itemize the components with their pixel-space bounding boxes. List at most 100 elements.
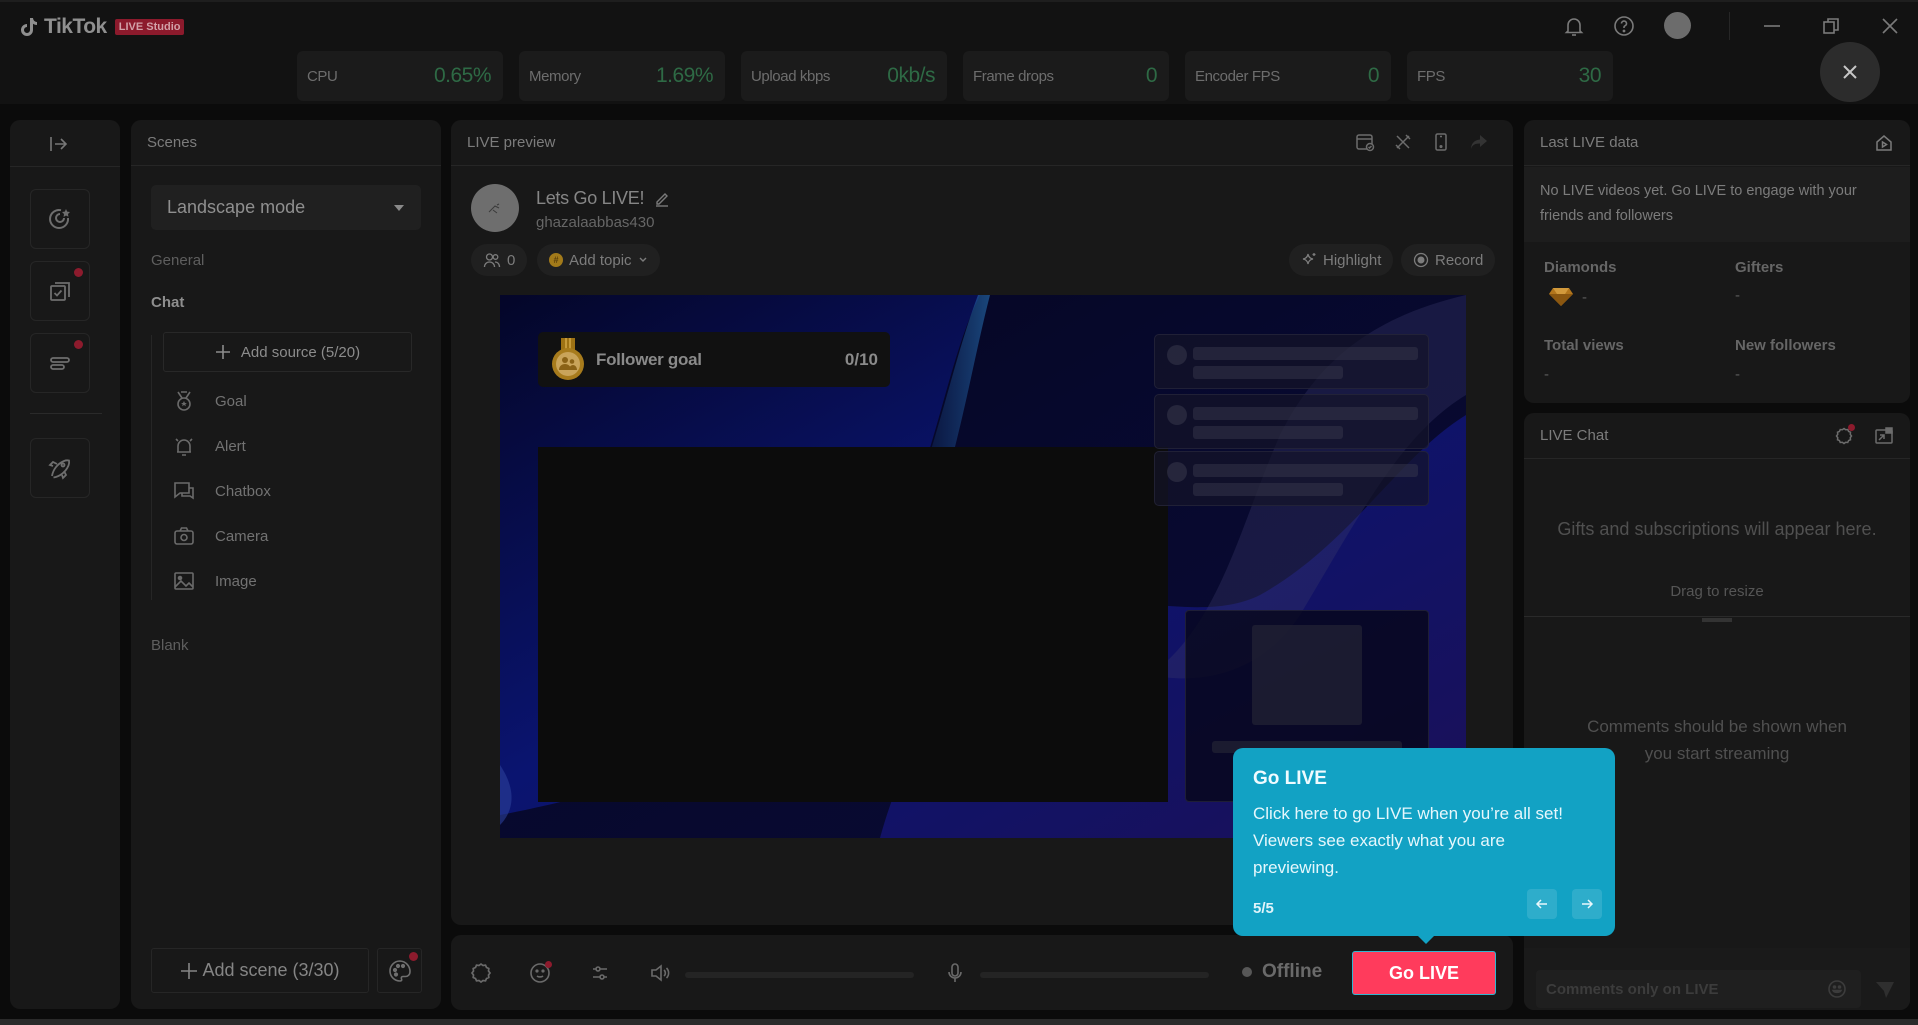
scene-mode-dropdown[interactable]: Landscape mode — [151, 185, 421, 230]
window-bottom-edge — [0, 1019, 1918, 1025]
notification-dot — [74, 340, 83, 349]
record-icon — [1413, 252, 1429, 268]
mic-volume-slider[interactable] — [980, 972, 1209, 978]
tiktok-note-icon — [21, 18, 37, 36]
effects-face-icon[interactable] — [528, 961, 552, 985]
popout-chat-icon[interactable] — [1874, 426, 1894, 446]
source-tree-line — [151, 335, 152, 600]
go-live-tooltip: Go LIVE Click here to go LIVE when you’r… — [1233, 748, 1615, 936]
close-icon[interactable] — [1878, 14, 1902, 38]
follower-goal-widget[interactable]: Follower goal 0/10 — [538, 332, 890, 387]
rail-item-boost[interactable] — [30, 438, 90, 498]
highlight-button[interactable]: Highlight — [1289, 244, 1394, 276]
titlebar-divider — [1729, 12, 1730, 40]
palette-icon — [388, 959, 411, 982]
stat-label-total-views: Total views — [1544, 337, 1624, 354]
metric-label: Memory — [529, 67, 581, 85]
rail-item-tasks[interactable] — [30, 261, 90, 321]
add-topic-label: Add topic — [569, 251, 632, 269]
rail-item-goals[interactable] — [30, 189, 90, 249]
rail-divider — [30, 413, 102, 414]
user-avatar[interactable] — [1664, 12, 1691, 39]
bell-icon[interactable] — [1562, 14, 1586, 38]
stream-control-bar: Offline Go LIVE — [451, 935, 1513, 1010]
scene-category-general[interactable]: General — [151, 252, 204, 269]
speaker-icon[interactable] — [648, 961, 672, 985]
metric-label: Frame drops — [973, 67, 1054, 85]
emoji-icon[interactable] — [1827, 979, 1847, 999]
add-scene-button[interactable]: Add scene (3/30) — [151, 948, 369, 993]
tooltip-next-button[interactable] — [1572, 889, 1602, 919]
metric-card-fps: FPS 30 — [1407, 51, 1613, 101]
dismiss-guide-button[interactable] — [1820, 42, 1880, 102]
scene-mode-value: Landscape mode — [167, 197, 306, 217]
schedule-icon[interactable] — [1355, 132, 1375, 152]
rail-divider — [10, 166, 120, 167]
viewer-count-chip[interactable]: 0 — [471, 244, 528, 276]
source-item-chatbox[interactable]: Chatbox — [173, 476, 271, 506]
chevron-down-icon — [639, 257, 647, 262]
minimize-icon[interactable] — [1760, 14, 1784, 38]
metric-value: 0.65% — [433, 64, 492, 87]
stream-title[interactable]: Lets Go LIVE! — [536, 188, 670, 209]
chat-placeholder-row — [1154, 394, 1429, 449]
goal-progress: 0/10 — [844, 349, 878, 369]
highlight-label: Highlight — [1323, 251, 1382, 269]
chat-settings-icon[interactable] — [1834, 423, 1855, 446]
source-item-alert[interactable]: Alert — [173, 431, 246, 461]
chat-comment-input[interactable] — [1536, 970, 1861, 1008]
share-icon[interactable] — [1469, 132, 1489, 152]
tooltip-prev-button[interactable] — [1527, 889, 1557, 919]
stat-value: - — [1544, 366, 1549, 383]
hashtag-icon: # — [549, 253, 563, 267]
last-live-data-panel: Last LIVE data No LIVE videos yet. Go LI… — [1524, 120, 1910, 403]
resize-handle[interactable] — [1702, 618, 1732, 622]
stat-value: - — [1735, 287, 1740, 304]
help-icon[interactable] — [1612, 14, 1636, 38]
tooltip-pointer — [1417, 935, 1435, 944]
live-chat-title: LIVE Chat — [1540, 427, 1609, 444]
restore-icon[interactable] — [1819, 14, 1843, 38]
stream-title-text: Lets Go LIVE! — [536, 188, 645, 208]
expand-sidebar-icon[interactable] — [46, 132, 70, 156]
source-item-image[interactable]: Image — [173, 566, 257, 596]
scene-category-blank[interactable]: Blank — [151, 637, 189, 654]
microphone-icon[interactable] — [943, 961, 967, 985]
stat-value: - — [1582, 288, 1587, 306]
source-item-goal[interactable]: Goal — [173, 386, 247, 416]
go-live-button[interactable]: Go LIVE — [1352, 951, 1496, 995]
settings-gear-icon[interactable] — [469, 961, 493, 985]
diamond-icon — [1549, 288, 1573, 306]
gifts-placeholder-text: Gifts and subscriptions will appear here… — [1557, 519, 1877, 539]
resize-divider — [1524, 616, 1910, 617]
notification-dot — [1848, 423, 1855, 431]
preview-toolbar — [1355, 132, 1489, 152]
record-label: Record — [1435, 251, 1484, 269]
adjustments-icon[interactable] — [588, 961, 612, 985]
tools-icon[interactable] — [1393, 132, 1413, 152]
plus-icon — [215, 345, 230, 359]
source-label: Camera — [215, 527, 269, 545]
theme-button[interactable] — [377, 948, 422, 993]
add-source-label: Add source (5/20) — [240, 343, 361, 361]
source-item-camera[interactable]: Camera — [173, 521, 268, 551]
rail-item-layouts[interactable] — [30, 333, 90, 393]
record-button[interactable]: Record — [1401, 244, 1496, 276]
add-source-button[interactable]: Add source (5/20) — [163, 332, 412, 372]
title-bar: TikTok LIVE Studio CPU 0.65% Memory 1.69% Up… — [0, 0, 1918, 104]
live-home-icon[interactable] — [1874, 133, 1894, 153]
metric-label: Encoder FPS — [1195, 67, 1280, 85]
image-icon — [174, 572, 194, 590]
vertical-mode-icon[interactable] — [1431, 132, 1451, 152]
streamer-avatar[interactable] — [471, 184, 519, 232]
speaker-volume-slider[interactable] — [685, 972, 914, 978]
camera-source-area[interactable] — [538, 447, 1168, 802]
alarm-bell-icon — [175, 438, 193, 456]
add-topic-button[interactable]: # Add topic — [537, 244, 660, 276]
send-icon[interactable] — [1875, 979, 1895, 999]
close-icon — [1843, 65, 1857, 79]
scene-category-chat[interactable]: Chat — [151, 294, 184, 311]
rocket-icon — [48, 459, 71, 480]
stat-label-new-followers: New followers — [1735, 337, 1836, 354]
edit-pencil-icon[interactable] — [654, 191, 670, 207]
